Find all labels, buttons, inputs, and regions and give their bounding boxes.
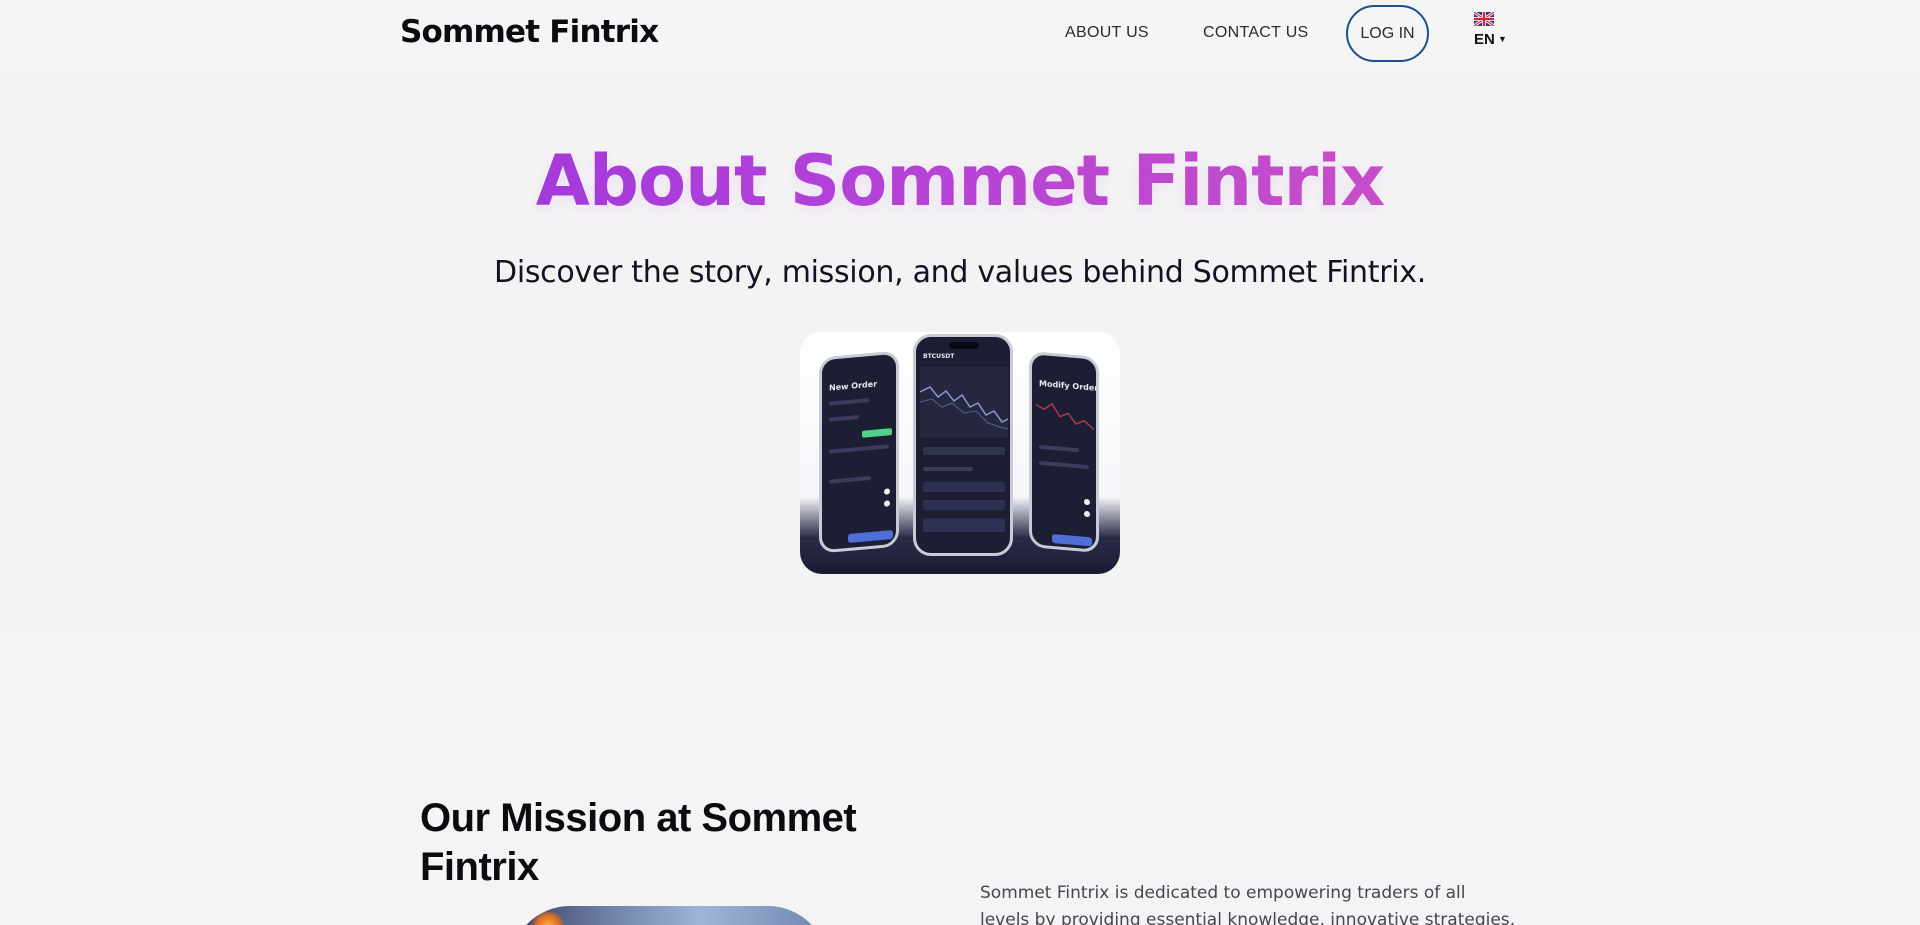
screen-bar	[923, 500, 1005, 510]
buy-button-graphic	[862, 428, 892, 438]
page-title: About Sommet Fintrix	[0, 140, 1920, 222]
hero-subtitle: Discover the story, mission, and values …	[494, 255, 1426, 290]
site-logo[interactable]: Sommet Fintrix	[400, 14, 659, 50]
phone-left: New Order	[819, 350, 899, 554]
mission-text: Sommet Fintrix is dedicated to empowerin…	[980, 883, 1516, 925]
phone-notch	[949, 342, 979, 349]
screen-bar	[829, 415, 859, 422]
app-phones-image: New Order BTCUSDT Modify Order	[800, 332, 1120, 574]
uk-flag-icon	[1474, 12, 1494, 26]
toggle-graphic	[884, 500, 890, 507]
login-button[interactable]: LOG IN	[1346, 5, 1429, 62]
phone-center-title: BTCUSDT	[923, 353, 955, 360]
toggle-graphic	[1084, 510, 1090, 518]
language-code: EN	[1474, 31, 1495, 48]
submit-button-graphic	[848, 530, 893, 543]
phone-right-title: Modify Order	[1039, 378, 1099, 393]
toggle-graphic	[1084, 498, 1090, 506]
site-header: Sommet Fintrix ABOUT US CONTACT US LOG I…	[0, 0, 1920, 67]
screen-bar	[829, 475, 871, 484]
nav-about-us[interactable]: ABOUT US	[1065, 24, 1149, 42]
order-chart-graphic	[1036, 402, 1094, 431]
screen-bar	[1039, 460, 1089, 470]
mission-title: Our Mission at Sommet Fintrix	[420, 796, 857, 889]
screen-bar	[923, 447, 1005, 455]
mission-image	[510, 906, 828, 925]
screen-bar	[829, 398, 869, 406]
screen-bar	[923, 467, 973, 471]
nav-contact-us[interactable]: CONTACT US	[1203, 24, 1309, 42]
phone-left-title: New Order	[829, 379, 878, 393]
language-selector[interactable]: EN ▼	[1474, 12, 1510, 52]
phone-center: BTCUSDT	[913, 334, 1013, 556]
screen-bar	[1039, 444, 1079, 453]
screen-bar	[923, 482, 1005, 492]
screen-bar	[829, 444, 889, 454]
submit-button-graphic	[1052, 533, 1092, 547]
hero-section: About Sommet Fintrix Discover the story,…	[0, 67, 1920, 633]
price-chart-graphic	[920, 367, 1008, 437]
toggle-graphic	[884, 488, 890, 495]
caret-down-icon: ▼	[1498, 34, 1507, 44]
phone-right: Modify Order	[1029, 350, 1099, 554]
screen-bar	[923, 518, 1005, 532]
